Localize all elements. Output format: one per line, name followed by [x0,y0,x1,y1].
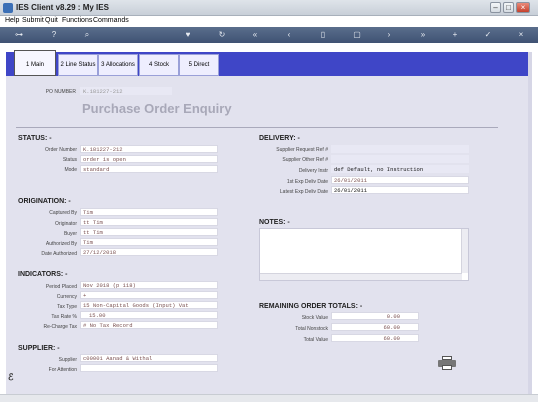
trash-icon[interactable]: ▯ [318,30,328,40]
tax-rate-label: Tax Rate % [51,314,77,320]
period-placed-label: Period Placed [45,284,77,290]
delivery-heading: DELIVERY: - [259,135,300,142]
order-number-label: Order Number [45,147,77,153]
origination-heading: ORIGINATION: - [18,198,71,205]
supplier-other-ref-field[interactable] [331,155,469,163]
last-icon[interactable]: » [418,30,428,40]
for-attention-label: For Attention [48,367,77,373]
tab-allocations[interactable]: 3 Allocations [98,54,138,76]
print-icon[interactable] [438,356,456,370]
maximize-icon[interactable]: □ [503,2,514,13]
expand-marker[interactable]: ℰ [8,372,13,383]
next-icon[interactable]: › [384,30,394,40]
originator-field[interactable]: tt Tim [80,218,218,226]
tax-type-field[interactable]: 15 Non-Capital Goods (Input) Vat [80,301,218,309]
mode-label: Mode [64,167,77,173]
date-authorized-label: Date Authorized [41,251,77,257]
period-placed-field[interactable]: Nov 2018 (p 118) [80,281,218,289]
for-attention-field[interactable] [80,364,218,372]
currency-label: Currency [56,294,77,300]
captured-by-field[interactable]: Tim [80,208,218,216]
app-icon [3,3,13,13]
total-value-field[interactable]: 60.00 [331,334,419,342]
mode-field[interactable]: standard [80,165,218,173]
authorized-by-label: Authorized By [45,241,77,247]
menu-submit[interactable]: Submit [22,17,44,24]
delivery-instr-label: Delivery Instr [298,168,328,174]
prev-icon[interactable]: ‹ [284,30,294,40]
page-title: Purchase Order Enquiry [82,101,232,116]
search-icon[interactable]: ⌕ [82,30,92,40]
supplier-request-ref-field[interactable] [331,145,469,153]
minimize-icon[interactable]: – [490,2,501,13]
stock-value-label: Stock Value [301,315,328,321]
latest-exp-date-label: Latest Exp Deliv Date [279,189,328,195]
recharge-tax-field[interactable]: # No Tax Record [80,321,218,329]
supplier-label: Supplier [58,357,77,363]
confirm-icon[interactable]: ✓ [483,30,493,40]
notes-textarea[interactable] [259,228,469,281]
order-number-field[interactable]: K.181227-212 [80,145,218,153]
key-icon[interactable]: ⊶ [8,30,30,40]
stock-value-field[interactable]: 0.00 [331,312,419,320]
scrollbar[interactable] [528,52,532,394]
buyer-field[interactable]: tt Tim [80,228,218,236]
delivery-instr-field[interactable]: def Default, no Instruction [331,165,469,173]
recharge-tax-label: Re-Charge Tax [43,324,77,330]
total-nonstock-field[interactable]: 60.00 [331,323,419,331]
supplier-field[interactable]: c00001 Aanad & Withal [80,354,218,362]
indicators-heading: INDICATORS: - [18,271,68,278]
title-bar: IES Client v8.29 : My IES – □ × [0,0,538,16]
document-icon[interactable]: ▢ [352,30,362,40]
status-label: Status [62,157,77,163]
totals-heading: REMAINING ORDER TOTALS: - [259,303,363,310]
first-icon[interactable]: « [250,30,260,40]
menu-commands[interactable]: Commands [93,17,129,24]
tab-line-status[interactable]: 2 Line Status [58,54,98,76]
total-value-label: Total Value [303,337,328,343]
status-bar [0,394,538,402]
date-authorized-field[interactable]: 27/12/2018 [80,248,218,256]
tax-type-label: Tax Type [57,304,77,310]
header-divider [16,127,498,128]
first-exp-date-field[interactable]: 26/01/2011 [331,176,469,184]
heart-icon[interactable]: ♥ [183,30,193,40]
refresh-icon[interactable]: ↻ [217,30,227,40]
status-field[interactable]: order is open [80,155,218,163]
cancel-icon[interactable]: × [516,30,526,40]
po-number-label: PO NUMBER [45,89,76,95]
tab-strip: 1 Main 2 Line Status 3 Allocations 4 Sto… [6,50,532,76]
supplier-request-ref-label: Supplier Request Ref # [276,147,328,153]
notes-vscroll[interactable] [461,229,468,273]
latest-exp-date-field[interactable]: 26/01/2011 [331,186,469,194]
toolbar: ⊶ ? ⌕ ♥ ↻ « ‹ ▯ ▢ › » + ✓ × [0,27,538,43]
tab-main[interactable]: 1 Main [14,50,56,76]
tax-rate-field[interactable]: 15.00 [80,311,218,319]
notes-hscroll[interactable] [260,273,462,280]
originator-label: Originator [55,221,77,227]
authorized-by-field[interactable]: Tim [80,238,218,246]
supplier-other-ref-label: Supplier Other Ref # [282,157,328,163]
menu-bar: Help Submit Quit Functions Commands [0,16,538,27]
menu-help[interactable]: Help [5,17,19,24]
supplier-heading: SUPPLIER: - [18,345,60,352]
menu-functions[interactable]: Functions [62,17,92,24]
menu-quit[interactable]: Quit [45,17,58,24]
po-number-field[interactable]: K.181227-212 [80,87,172,95]
status-heading: STATUS: - [18,135,52,142]
currency-field[interactable]: + [80,291,218,299]
first-exp-date-label: 1st Exp Deliv Date [286,179,328,185]
captured-by-label: Captured By [49,210,77,216]
tab-direct[interactable]: 5 Direct [179,54,219,76]
buyer-label: Buyer [63,231,77,237]
tab-stock[interactable]: 4 Stock [139,54,179,76]
add-icon[interactable]: + [450,30,460,40]
notes-heading: NOTES: - [259,219,290,226]
spacer [0,43,538,52]
total-nonstock-label: Total Nonstock [295,326,328,332]
close-icon[interactable]: × [516,2,530,13]
window-title: IES Client v8.29 : My IES [16,3,109,12]
help-icon[interactable]: ? [49,30,59,40]
